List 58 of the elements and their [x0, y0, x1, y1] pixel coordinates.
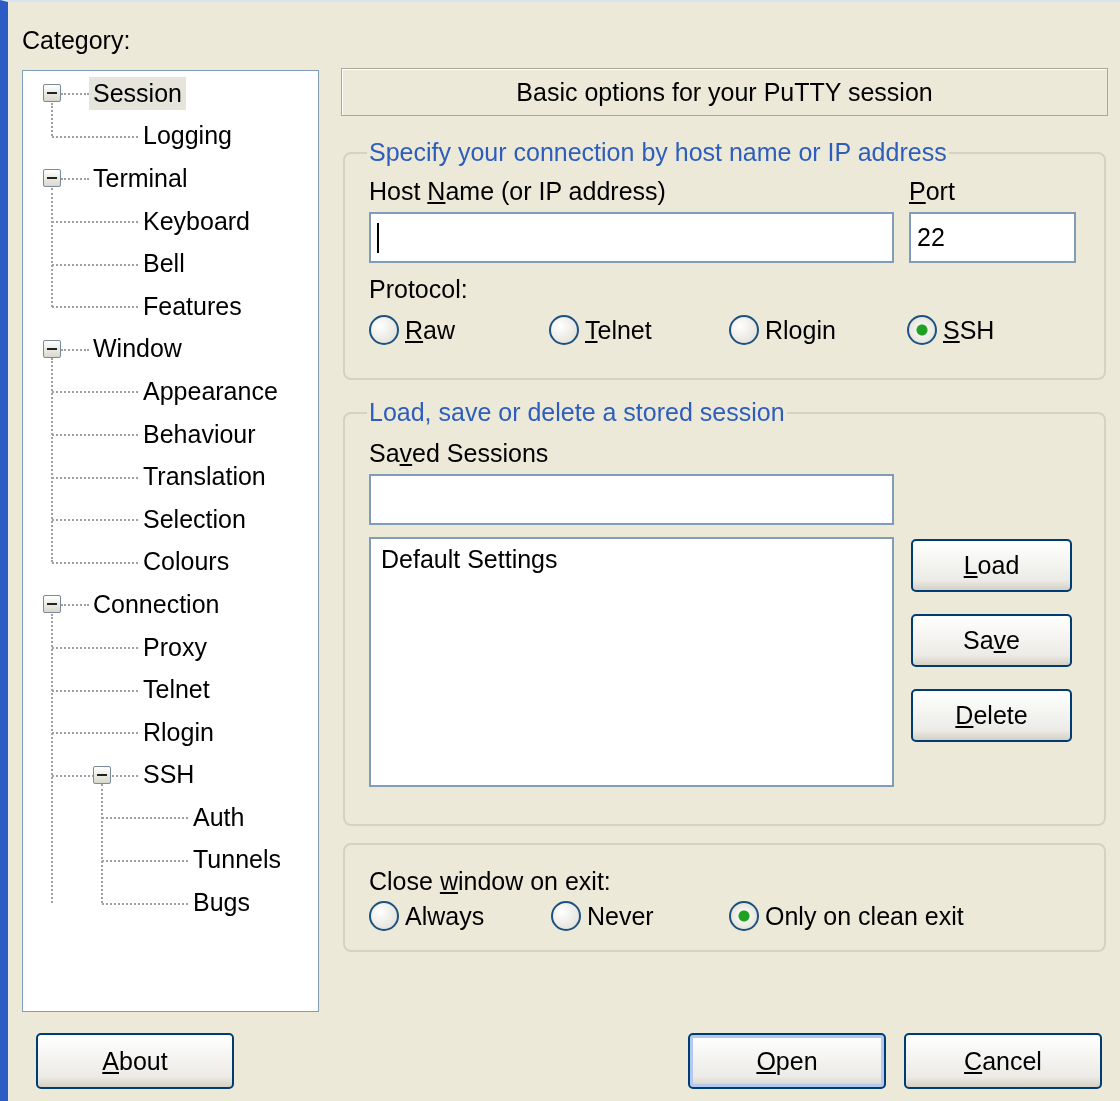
- tree-item[interactable]: Window: [89, 332, 186, 366]
- saved-sessions-label: Saved Sessions: [369, 439, 550, 468]
- session-button[interactable]: Delete: [911, 689, 1072, 742]
- category-label: Category:: [22, 25, 132, 56]
- collapse-icon[interactable]: [43, 169, 61, 188]
- radio-button[interactable]: [551, 901, 581, 931]
- tree-item[interactable]: Appearance: [139, 374, 282, 408]
- radio-label[interactable]: Rlogin: [765, 315, 836, 345]
- tree-item[interactable]: SSH: [139, 758, 199, 792]
- group-title: Load, save or delete a stored session: [368, 398, 786, 427]
- tree-item[interactable]: Telnet: [139, 673, 214, 707]
- tree-item[interactable]: Rlogin: [139, 715, 218, 749]
- tree-item[interactable]: Translation: [139, 460, 270, 494]
- radio-label[interactable]: Always: [405, 901, 485, 931]
- port-field[interactable]: 22: [909, 212, 1076, 263]
- session-button[interactable]: Save: [911, 614, 1072, 667]
- radio-label[interactable]: Never: [587, 901, 654, 931]
- group-title: Specify your connection by host name or IP address: [368, 138, 948, 167]
- radio-label[interactable]: SSH: [943, 315, 995, 345]
- tree-item[interactable]: Proxy: [139, 630, 211, 664]
- list-entry[interactable]: Default Settings: [379, 545, 560, 574]
- radio-button[interactable]: [369, 901, 399, 931]
- tree-item[interactable]: Auth: [189, 800, 249, 834]
- tree-item[interactable]: Colours: [139, 545, 234, 579]
- tree-item[interactable]: Terminal: [89, 162, 192, 195]
- radio-button[interactable]: [907, 315, 937, 345]
- radio-label[interactable]: Telnet: [585, 315, 652, 345]
- dialog-button[interactable]: Cancel: [904, 1033, 1102, 1089]
- tree-item[interactable]: Logging: [139, 119, 236, 153]
- collapse-icon[interactable]: [43, 339, 61, 358]
- radio-button[interactable]: [369, 315, 399, 345]
- session-button[interactable]: Load: [911, 539, 1072, 592]
- host-label: Host Name (or IP address): [369, 177, 667, 206]
- dialog-button[interactable]: Open: [688, 1033, 886, 1089]
- radio-label[interactable]: Raw: [405, 315, 456, 345]
- collapse-icon[interactable]: [43, 595, 61, 614]
- panel-header: Basic options for your PuTTY session: [341, 68, 1108, 116]
- tree-item[interactable]: Keyboard: [139, 204, 255, 238]
- tree-item[interactable]: Features: [139, 289, 246, 323]
- radio-button[interactable]: [549, 315, 579, 345]
- tree-item[interactable]: Bell: [139, 247, 189, 281]
- session-name-field[interactable]: [369, 474, 894, 525]
- host-field[interactable]: [369, 212, 894, 263]
- collapse-icon[interactable]: [43, 84, 61, 103]
- protocol-label: Protocol:: [369, 275, 469, 304]
- radio-button[interactable]: [729, 315, 759, 345]
- tree-item[interactable]: Bugs: [189, 886, 254, 920]
- tree-item[interactable]: Behaviour: [139, 417, 260, 451]
- tree-item[interactable]: Connection: [89, 587, 224, 621]
- port-label: Port: [909, 177, 956, 206]
- tree-item[interactable]: Session: [89, 76, 186, 110]
- tree-item[interactable]: Selection: [139, 502, 250, 536]
- tree-item[interactable]: Tunnels: [189, 843, 285, 877]
- radio-label[interactable]: Only on clean exit: [765, 901, 964, 931]
- radio-button[interactable]: [729, 901, 759, 931]
- collapse-icon[interactable]: [93, 765, 111, 784]
- close-window-label: Close window on exit:: [369, 867, 612, 896]
- dialog-button[interactable]: About: [36, 1033, 234, 1089]
